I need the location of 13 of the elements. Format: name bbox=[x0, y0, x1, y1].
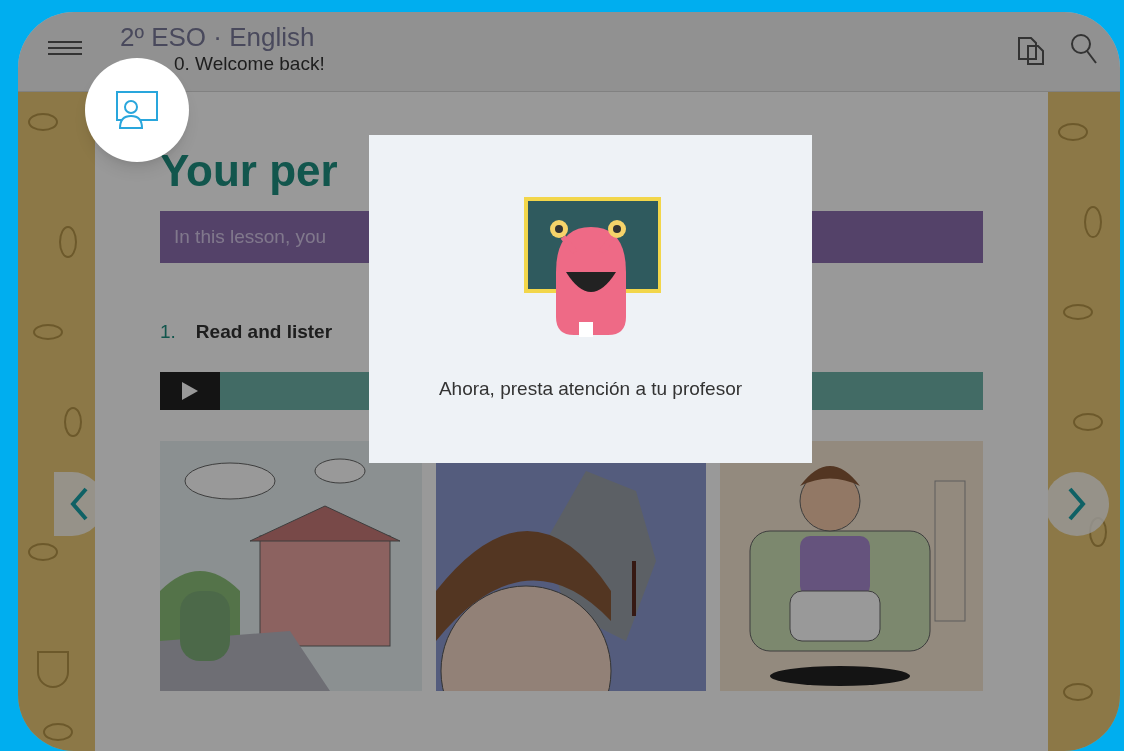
chevron-right-icon bbox=[1068, 487, 1086, 521]
course-title: 2º ESO · English bbox=[120, 22, 316, 52]
teacher-icon bbox=[115, 90, 159, 130]
menu-icon[interactable] bbox=[48, 41, 82, 55]
play-icon bbox=[182, 381, 198, 400]
chevron-left-icon bbox=[70, 487, 88, 521]
unit-title: 0. Welcome back! bbox=[174, 52, 325, 76]
lesson-title: Your per bbox=[160, 146, 339, 196]
exercise-instruction: Read and lister bbox=[195, 320, 333, 344]
dialog-message: Ahora, presta atención a tu profesor bbox=[438, 377, 743, 401]
exercise-number: 1. bbox=[160, 320, 176, 344]
play-button[interactable] bbox=[160, 371, 220, 410]
search-icon[interactable] bbox=[1068, 32, 1098, 66]
